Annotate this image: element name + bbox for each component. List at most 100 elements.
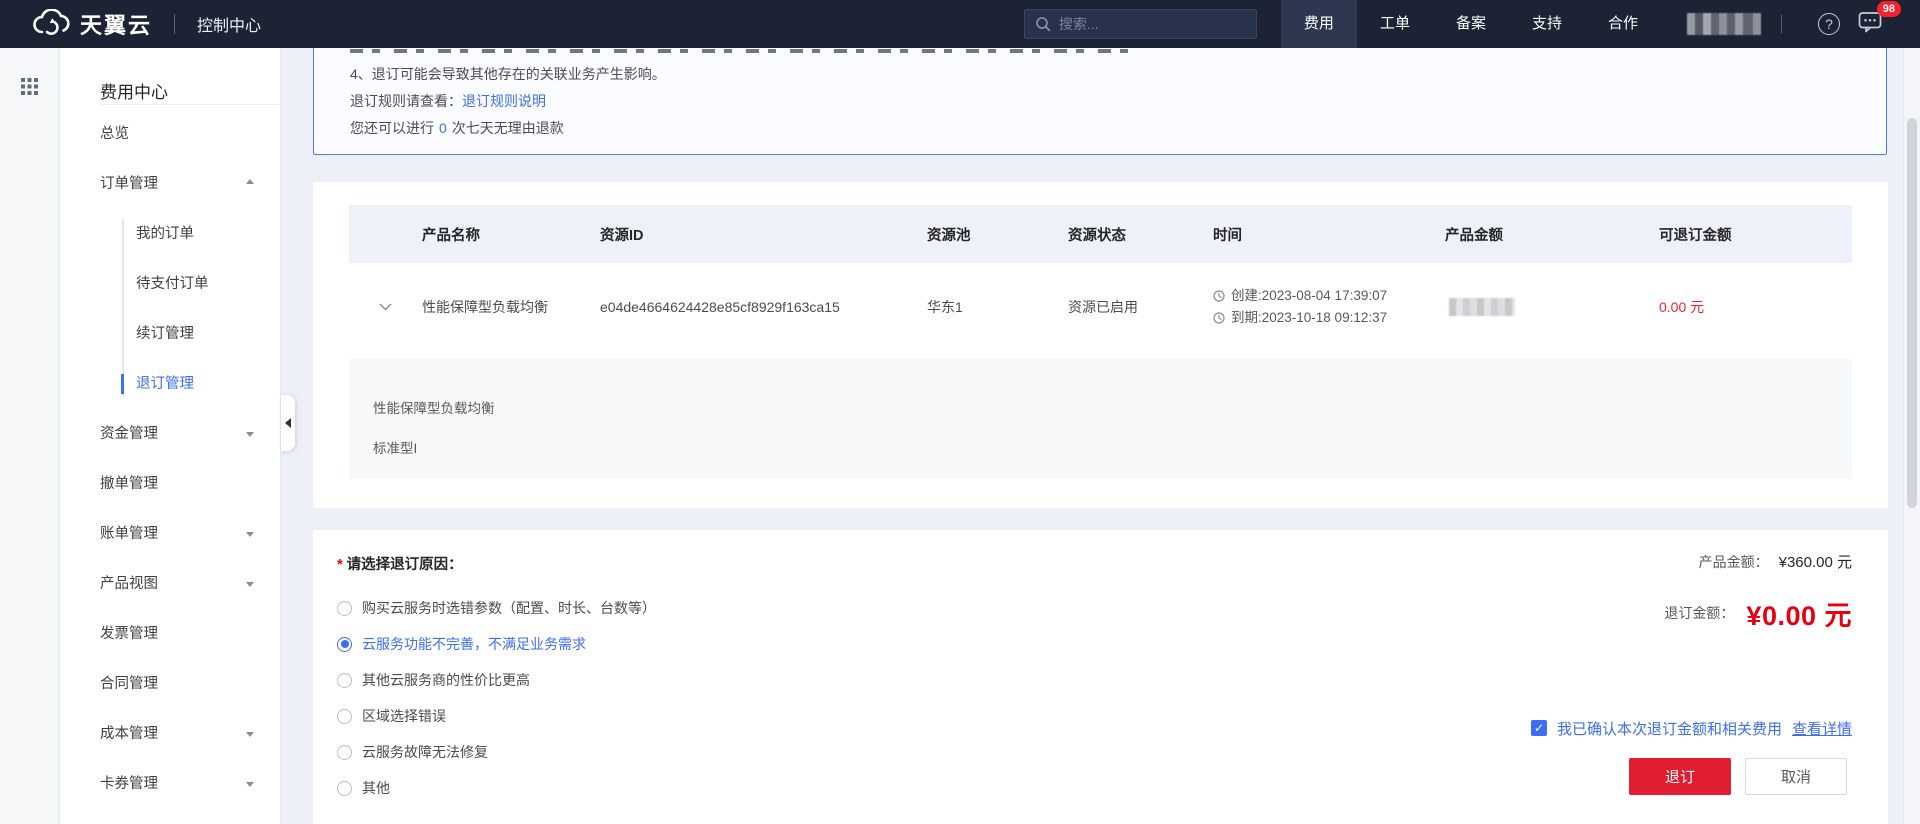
reason-option-incomplete-function[interactable]: 云服务功能不完善，不满足业务需求 (337, 630, 656, 658)
sidebar-group-product-view[interactable]: 产品视图 (60, 559, 280, 609)
reason-option-wrong-params[interactable]: 购买云服务时选错参数（配置、时长、台数等） (337, 594, 656, 622)
radio-icon (337, 708, 352, 724)
sidebar-item-label: 我的订单 (136, 226, 194, 242)
reason-option-other[interactable]: 其他 (337, 774, 656, 802)
sidebar-item-renewal[interactable]: 续订管理 (60, 309, 280, 359)
unsubscribe-button[interactable]: 退订 (1629, 758, 1731, 795)
reason-option-better-price[interactable]: 其他云服务商的性价比更高 (337, 666, 656, 694)
product-amount-value: ¥360.00 元 (1778, 554, 1852, 571)
sidebar-menu: 总览 订单管理 我的订单 待支付订单 续订管理 退订管理 资金管理 撤单管理 账… (60, 105, 280, 809)
reason-section-label: * 请选择退订原因： (337, 557, 463, 573)
detail-spec: 标准型I (373, 441, 418, 456)
cell-status: 资源已启用 (1068, 299, 1138, 315)
help-icon[interactable]: ? (1818, 13, 1840, 35)
refund-count: 0 (439, 120, 447, 136)
sidebar-group-funds[interactable]: 资金管理 (60, 409, 280, 459)
unsubscribe-management-page: 天翼云 控制中心 费用 工单 备案 支持 合作 ? 98 (0, 0, 1920, 824)
rules-prefix: 退订规则请查看： (350, 93, 462, 109)
required-asterisk: * (337, 557, 343, 573)
top-navbar: 天翼云 控制中心 费用 工单 备案 支持 合作 ? 98 (0, 0, 1920, 48)
sidebar-title: 费用中心 (100, 83, 168, 102)
confirm-checkbox[interactable]: ✓ (1530, 720, 1547, 736)
sidebar-item-label: 待支付订单 (136, 276, 209, 292)
sidebar-group-coupons[interactable]: 卡券管理 (60, 759, 280, 809)
reason-option-unfixable-fault[interactable]: 云服务故障无法修复 (337, 738, 656, 766)
row-expand-chevron-icon[interactable] (379, 303, 392, 311)
reason-radio-group: 购买云服务时选错参数（配置、时长、台数等） 云服务功能不完善，不满足业务需求 其… (337, 594, 656, 810)
unsubscribe-form-card: * 请选择退订原因： 购买云服务时选错参数（配置、时长、台数等） 云服务功能不完善… (313, 530, 1888, 824)
refund-suffix: 次七天无理由退款 (451, 120, 564, 136)
sidebar-item-label: 合同管理 (100, 676, 158, 692)
scrollbar-thumb[interactable] (1907, 118, 1917, 508)
messages-icon[interactable]: 98 (1858, 0, 1901, 38)
sidebar-cost-center: 费用中心 总览 订单管理 我的订单 待支付订单 续订管理 退订管理 资金管理 撤… (60, 48, 281, 824)
sidebar-group-orders[interactable]: 订单管理 (60, 159, 280, 209)
sidebar-item-label: 总览 (100, 126, 129, 142)
reason-label: 云服务故障无法修复 (362, 744, 488, 760)
col-header-resource-id: 资源ID (600, 227, 644, 244)
product-amount-label: 产品金额： (1698, 554, 1769, 570)
radio-icon (337, 600, 352, 616)
created-time: 创建:2023-08-04 17:39:07 (1213, 285, 1445, 307)
sidebar-item-contracts[interactable]: 合同管理 (60, 659, 280, 709)
nav-item-support[interactable]: 支持 (1509, 0, 1585, 48)
col-header-status: 资源状态 (1068, 227, 1126, 244)
chevron-down-icon (246, 582, 254, 587)
sidebar-item-label: 卡券管理 (100, 776, 158, 792)
refund-amount-label: 退订金额： (1664, 605, 1735, 621)
radio-icon (337, 744, 352, 760)
cancel-button[interactable]: 取消 (1745, 758, 1847, 795)
col-header-refundable: 可退订金额 (1659, 227, 1732, 244)
sidebar-item-my-orders[interactable]: 我的订单 (60, 209, 280, 259)
cloud-logo-icon[interactable] (30, 9, 70, 39)
sidebar-group-cost[interactable]: 成本管理 (60, 709, 280, 759)
global-search[interactable] (1023, 9, 1257, 39)
sidebar-group-bills[interactable]: 账单管理 (60, 509, 280, 559)
sidebar-item-label: 续订管理 (136, 326, 194, 342)
navbar-menu: 费用 工单 备案 支持 合作 (1280, 0, 1661, 48)
clock-icon (1213, 290, 1225, 302)
reason-option-wrong-region[interactable]: 区域选择错误 (337, 702, 656, 730)
brand-name: 天翼云 (80, 13, 153, 38)
account-name-redacted[interactable] (1687, 13, 1761, 35)
action-buttons: 退订 取消 (1629, 758, 1847, 795)
rules-link[interactable]: 退订规则说明 (462, 93, 546, 109)
reason-label: 购买云服务时选错参数（配置、时长、台数等） (362, 600, 656, 616)
nav-item-cooperation[interactable]: 合作 (1585, 0, 1661, 48)
nav-item-beian[interactable]: 备案 (1433, 0, 1509, 48)
cell-time: 创建:2023-08-04 17:39:07 到期:2023-10-18 09:… (1213, 285, 1445, 329)
sidebar-item-overview[interactable]: 总览 (60, 109, 280, 159)
expire-time: 到期:2023-10-18 09:12:37 (1213, 307, 1445, 329)
confirm-row: ✓ 我已确认本次退订金额和相关费用 查看详情 (1530, 716, 1852, 740)
confirm-text: 我已确认本次退订金额和相关费用 (1556, 720, 1782, 738)
reason-label: 云服务功能不完善，不满足业务需求 (362, 636, 586, 652)
reason-label: 其他 (362, 780, 390, 796)
sidebar-item-cancel-orders[interactable]: 撤单管理 (60, 459, 280, 509)
col-header-amount: 产品金额 (1445, 227, 1503, 244)
nav-item-tickets[interactable]: 工单 (1357, 0, 1433, 48)
sidebar-item-label: 订单管理 (100, 176, 158, 192)
clock-icon (1213, 312, 1225, 324)
resource-table-card: 产品名称 资源ID 资源池 资源状态 时间 产品金额 可退订金额 性能保障型负载… (313, 182, 1888, 508)
search-icon (1035, 16, 1051, 32)
sidebar-item-unpaid-orders[interactable]: 待支付订单 (60, 259, 280, 309)
detail-product-name: 性能保障型负载均衡 (373, 401, 495, 416)
refund-amount-row: 退订金额： ¥0.00 元 (1664, 596, 1852, 631)
left-rail (0, 48, 59, 824)
view-details-link[interactable]: 查看详情 (1792, 718, 1852, 739)
sidebar-item-label: 产品视图 (100, 576, 158, 592)
sidebar-collapse-handle[interactable] (281, 395, 295, 451)
product-amount-row: 产品金额： ¥360.00 元 (1664, 550, 1852, 574)
sidebar-orders-subgroup: 我的订单 待支付订单 续订管理 退订管理 (60, 209, 280, 409)
sidebar-item-invoices[interactable]: 发票管理 (60, 609, 280, 659)
cell-pool: 华东1 (927, 299, 963, 315)
navbar-divider (1781, 15, 1782, 33)
app-launcher-icon[interactable] (21, 78, 38, 100)
refund-amount-value: ¥0.00 元 (1746, 600, 1852, 631)
sidebar-item-unsubscribe[interactable]: 退订管理 (60, 359, 280, 409)
nav-item-fees[interactable]: 费用 (1280, 0, 1357, 48)
console-center-label[interactable]: 控制中心 (197, 12, 261, 36)
search-input[interactable] (1058, 16, 1246, 32)
col-header-pool: 资源池 (927, 227, 971, 244)
resource-table: 产品名称 资源ID 资源池 资源状态 时间 产品金额 可退订金额 性能保障型负载… (349, 205, 1852, 479)
